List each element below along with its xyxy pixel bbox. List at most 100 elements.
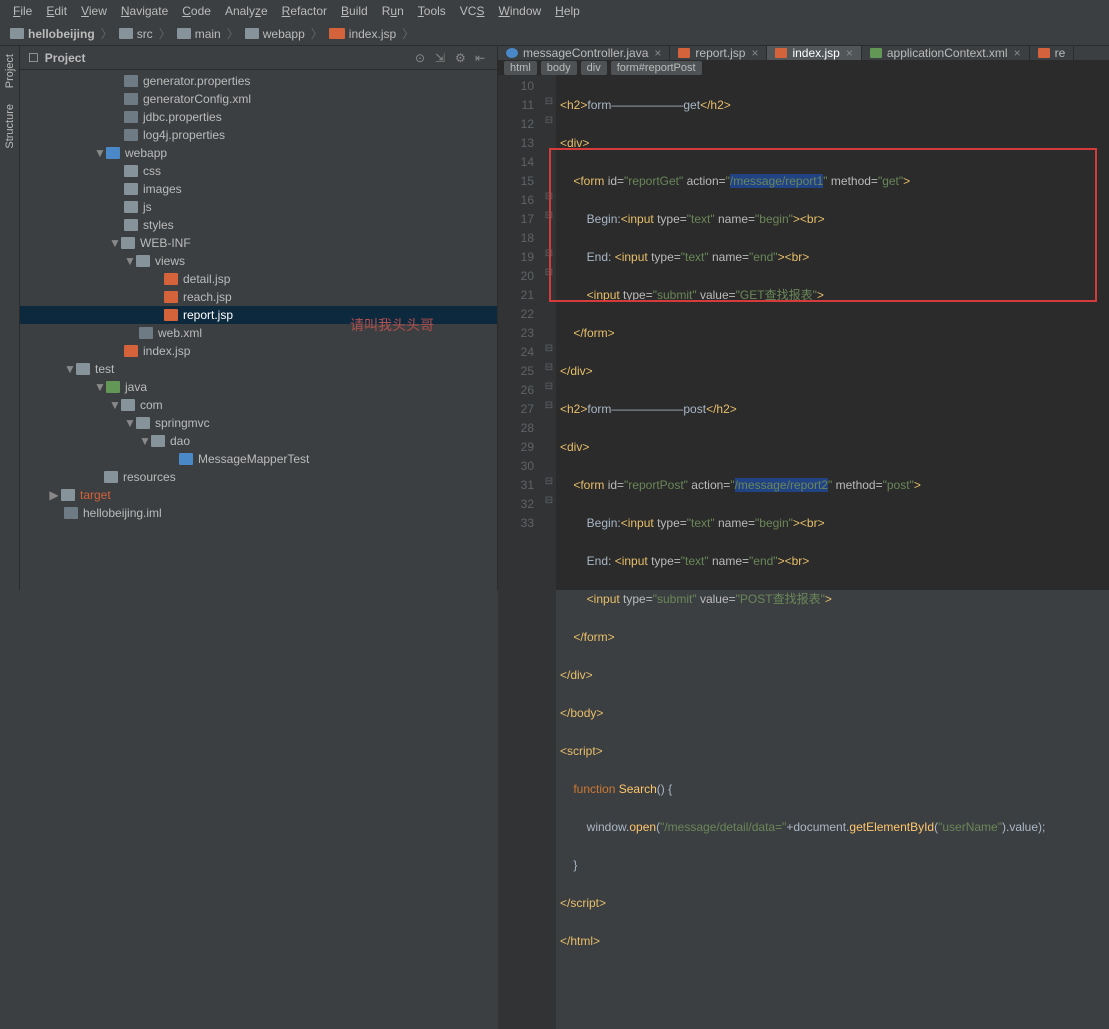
- menu-run[interactable]: Run: [375, 4, 411, 18]
- folder-icon: [124, 183, 138, 195]
- xml-icon: [124, 93, 138, 105]
- folder-icon: [136, 417, 150, 429]
- tree-node[interactable]: styles: [20, 216, 497, 234]
- folder-icon: [61, 489, 75, 501]
- collapse-all-icon[interactable]: ⇲: [435, 51, 449, 65]
- tree-node[interactable]: js: [20, 198, 497, 216]
- xml-icon: [870, 48, 882, 58]
- rail-project[interactable]: Project: [2, 46, 18, 96]
- watermark: 请叫我头头哥: [350, 315, 434, 335]
- close-icon[interactable]: ×: [846, 46, 853, 60]
- tree-node[interactable]: generator.properties: [20, 72, 497, 90]
- crumb-src[interactable]: src: [115, 27, 157, 41]
- project-title: Project: [45, 51, 415, 65]
- menu-build[interactable]: Build: [334, 4, 375, 18]
- chevron-right-icon: 〉: [159, 25, 171, 42]
- menu-vcs[interactable]: VCS: [453, 4, 492, 18]
- tree-node[interactable]: ▼springmvc: [20, 414, 497, 432]
- tree-node[interactable]: ▼dao: [20, 432, 497, 450]
- project-view-icon[interactable]: ☐: [28, 51, 39, 65]
- menu-window[interactable]: Window: [491, 4, 548, 18]
- tree-node[interactable]: generatorConfig.xml: [20, 90, 497, 108]
- bc-form[interactable]: form#reportPost: [611, 61, 702, 75]
- bc-body[interactable]: body: [541, 61, 577, 75]
- file-icon: [124, 129, 138, 141]
- menu-help[interactable]: Help: [548, 4, 587, 18]
- menu-navigate[interactable]: Navigate: [114, 4, 175, 18]
- tree-node[interactable]: MessageMapperTest: [20, 450, 497, 468]
- file-icon: [124, 75, 138, 87]
- tree-node[interactable]: ▼com: [20, 396, 497, 414]
- menu-view[interactable]: View: [74, 4, 114, 18]
- class-icon: [179, 453, 193, 465]
- menu-analyze[interactable]: Analyze: [218, 4, 275, 18]
- menu-code[interactable]: Code: [175, 4, 218, 18]
- chevron-right-icon: 〉: [402, 25, 414, 42]
- editor-tabs: messageController.java× report.jsp× inde…: [498, 46, 1109, 61]
- crumb-webapp[interactable]: webapp: [241, 27, 309, 41]
- menu-refactor[interactable]: Refactor: [275, 4, 334, 18]
- folder-icon: [119, 28, 133, 39]
- menu-tools[interactable]: Tools: [411, 4, 453, 18]
- folder-icon: [124, 165, 138, 177]
- chevron-right-icon[interactable]: ▶: [49, 488, 59, 502]
- close-icon[interactable]: ×: [1014, 46, 1021, 60]
- tab-appcontext[interactable]: applicationContext.xml×: [862, 46, 1030, 60]
- tree-node[interactable]: images: [20, 180, 497, 198]
- menu-file[interactable]: File: [6, 4, 39, 18]
- tab-messagecontroller[interactable]: messageController.java×: [498, 46, 670, 60]
- tree-node[interactable]: log4j.properties: [20, 126, 497, 144]
- chevron-down-icon[interactable]: ▼: [139, 434, 149, 448]
- tree-node[interactable]: ▼views: [20, 252, 497, 270]
- tree-node[interactable]: ▼webapp: [20, 144, 497, 162]
- tab-report[interactable]: report.jsp×: [670, 46, 767, 60]
- xml-icon: [139, 327, 153, 339]
- jsp-icon: [775, 48, 787, 58]
- tab-re[interactable]: re: [1030, 46, 1075, 60]
- code-editor[interactable]: <h2>form——————get</h2> <div> <form id="r…: [556, 75, 1109, 1029]
- tree-node[interactable]: ▼test: [20, 360, 497, 378]
- gear-icon[interactable]: ⚙: [455, 51, 469, 65]
- chevron-down-icon[interactable]: ▼: [109, 236, 119, 250]
- chevron-down-icon[interactable]: ▼: [109, 398, 119, 412]
- code-area[interactable]: 1011121314151617181920212223242526272829…: [498, 75, 1109, 1029]
- tab-index[interactable]: index.jsp×: [767, 46, 861, 60]
- jsp-icon: [164, 273, 178, 285]
- chevron-down-icon[interactable]: ▼: [94, 380, 104, 394]
- crumb-main[interactable]: main: [173, 27, 225, 41]
- chevron-down-icon[interactable]: ▼: [124, 416, 134, 430]
- folder-icon: [106, 381, 120, 393]
- tree-node[interactable]: hellobeijing.iml: [20, 504, 497, 522]
- chevron-right-icon: 〉: [311, 25, 323, 42]
- tree-node[interactable]: resources: [20, 468, 497, 486]
- folder-icon: [245, 28, 259, 39]
- tree-node[interactable]: css: [20, 162, 497, 180]
- chevron-right-icon: 〉: [101, 25, 113, 42]
- tree-node[interactable]: index.jsp: [20, 342, 497, 360]
- tree-node[interactable]: ▼java: [20, 378, 497, 396]
- tree-node[interactable]: ▼WEB-INF: [20, 234, 497, 252]
- crumb-project[interactable]: hellobeijing: [6, 27, 99, 41]
- close-icon[interactable]: ×: [751, 46, 758, 60]
- folder-icon: [121, 237, 135, 249]
- close-icon[interactable]: ×: [654, 46, 661, 60]
- scroll-from-source-icon[interactable]: ⊙: [415, 51, 429, 65]
- hide-icon[interactable]: ⇤: [475, 51, 489, 65]
- chevron-down-icon[interactable]: ▼: [124, 254, 134, 268]
- crumb-file[interactable]: index.jsp: [325, 27, 400, 41]
- folder-icon: [106, 147, 120, 159]
- tree-node[interactable]: reach.jsp: [20, 288, 497, 306]
- folder-icon: [76, 363, 90, 375]
- chevron-down-icon[interactable]: ▼: [64, 362, 74, 376]
- tree-node[interactable]: ▶target: [20, 486, 497, 504]
- tree-node[interactable]: detail.jsp: [20, 270, 497, 288]
- bc-html[interactable]: html: [504, 61, 537, 75]
- folder-icon: [104, 471, 118, 483]
- bc-div[interactable]: div: [581, 61, 607, 75]
- menu-edit[interactable]: Edit: [39, 4, 74, 18]
- chevron-down-icon[interactable]: ▼: [94, 146, 104, 160]
- rail-structure[interactable]: Structure: [2, 96, 18, 157]
- tree-node[interactable]: jdbc.properties: [20, 108, 497, 126]
- folder-icon: [124, 201, 138, 213]
- project-header: ☐ Project ⊙ ⇲ ⚙ ⇤: [20, 46, 497, 70]
